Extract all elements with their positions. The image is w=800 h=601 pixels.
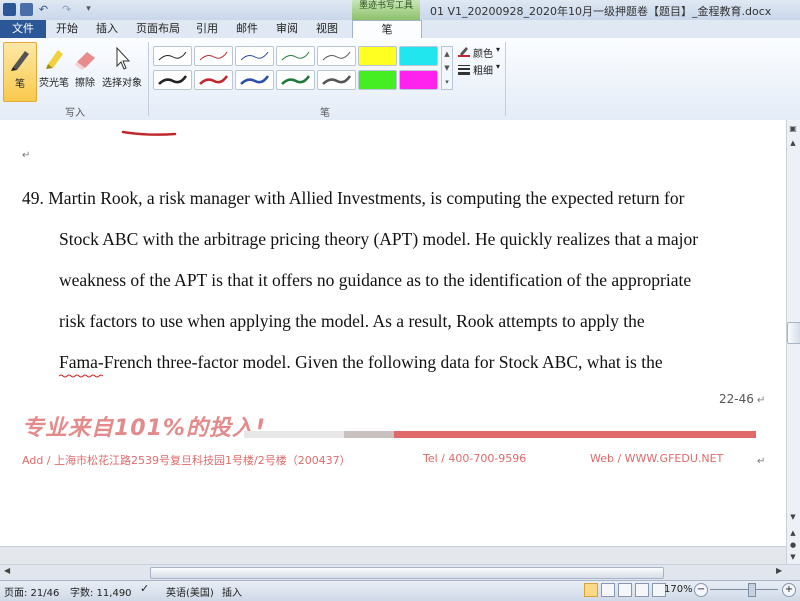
pen-tool-button[interactable]: 笔 [3,42,37,102]
highlighter-tool-button[interactable]: 荧光笔 [38,42,70,100]
select-objects-tool-button[interactable]: 选择对象 [100,42,144,100]
full-screen-reading-view-icon[interactable] [601,583,615,597]
body-line-2: Stock ABC with the arbitrage pricing the… [59,229,699,249]
browse-object-icon[interactable]: ● [788,540,798,550]
scroll-up-icon[interactable]: ▲ [788,138,798,148]
contextual-tab-header: 墨迹书写工具 [352,0,420,20]
eraser-tool-label: 擦除 [75,78,95,89]
horizontal-scroll-thumb[interactable] [150,567,664,579]
ribbon-divider [148,42,149,116]
eraser-tool-button[interactable]: 擦除 [71,42,99,100]
highlighter-swatch-yellow[interactable] [358,46,397,66]
footer-tel: Tel / 400-700-9596 [423,452,527,465]
chevron-down-icon: ▾ [496,62,501,71]
tab-insert[interactable]: 插入 [92,20,122,38]
footer-bar-segment [344,431,394,438]
redo-icon[interactable]: ↷ [60,3,73,16]
quick-access-dropdown-icon[interactable]: ▾ [82,3,95,16]
footer-web: Web / WWW.GFEDU.NET [590,452,724,465]
pen-swatch-red-thick[interactable] [194,70,233,90]
ruler-toggle-icon[interactable]: ▣ [788,124,798,134]
pen-swatch-black-thin[interactable] [153,46,192,66]
body-line-1: 49. Martin Rook, a risk manager with All… [22,188,685,208]
paragraph-mark: ↵ [757,456,766,467]
scroll-right-icon[interactable]: ▶ [776,566,782,575]
proofing-icon[interactable]: ✓ [140,582,149,595]
document-title: 01 V1_20200928_2020年10月一级押题卷【题目】_金程教育.do… [430,5,772,18]
tab-file[interactable]: 文件 [0,20,46,38]
footer-address: Add / 上海市松花江路2539号复旦科技园1号楼/2号楼（200437） [22,454,351,467]
highlighter-tool-label: 荧光笔 [39,78,69,89]
pens-group-label: 笔 [320,108,330,119]
tab-view[interactable]: 视图 [312,20,342,38]
zoom-slider-track[interactable] [710,589,778,590]
tab-review[interactable]: 审阅 [272,20,302,38]
zoom-in-icon[interactable]: + [782,583,796,597]
pen-tool-label: 笔 [15,79,25,90]
pen-swatch-red-thin[interactable] [194,46,233,66]
body-line-4: risk factors to use when applying the mo… [59,311,645,331]
highlighter-swatch-cyan[interactable] [399,46,438,66]
print-layout-view-icon[interactable] [584,583,598,597]
paragraph-mark: ↵ [757,395,766,406]
highlighter-icon [46,50,63,69]
footer-bar-segment [244,431,344,438]
pen-weight-icon [458,63,470,75]
status-insert-mode[interactable]: 插入 [222,584,242,599]
ribbon-divider [505,42,506,116]
vertical-scroll-thumb[interactable] [787,322,800,344]
tab-references[interactable]: 引用 [192,20,222,38]
scroll-left-icon[interactable]: ◀ [4,566,10,575]
status-page[interactable]: 页面: 21/46 [4,584,59,599]
cursor-arrow-icon [116,46,131,70]
paragraph-mark: ↵ [22,150,31,161]
chevron-down-icon: ▾ [496,45,501,54]
scroll-down-icon[interactable]: ▼ [788,512,798,522]
ink-stroke [121,130,177,136]
pen-weight-dropdown[interactable]: 粗细 [473,62,493,77]
select-objects-label: 选择对象 [102,78,142,89]
pen-swatch-black-thick[interactable] [153,70,192,90]
tab-page-layout[interactable]: 页面布局 [132,20,184,38]
pen-swatch-blue-thin[interactable] [235,46,274,66]
zoom-slider-thumb[interactable] [748,583,756,597]
save-icon[interactable] [20,3,33,16]
document-page[interactable]: ↵ 49. Martin Rook, a risk manager with A… [0,120,786,564]
body-line-5: Fama-French three-factor model. Given th… [59,352,663,372]
pen-swatch-blue-thick[interactable] [235,70,274,90]
footer-bar-segment [394,431,756,438]
next-page-icon[interactable]: ▼ [788,552,798,562]
highlighter-swatch-magenta[interactable] [399,70,438,90]
zoom-level[interactable]: 170% [664,584,693,595]
pen-color-icon [458,45,470,57]
pen-swatch-green-thick[interactable] [276,70,315,90]
page-number: 22-46 [719,392,754,406]
word-icon[interactable] [3,3,16,16]
pen-swatch-gray-thick[interactable] [317,70,356,90]
status-language[interactable]: 英语(美国) [166,584,214,599]
pen-swatch-green-thin[interactable] [276,46,315,66]
web-layout-view-icon[interactable] [618,583,632,597]
previous-page-icon[interactable]: ▲ [788,528,798,538]
zoom-out-icon[interactable]: − [694,583,708,597]
status-word-count[interactable]: 字数: 11,490 [70,584,132,599]
outline-view-icon[interactable] [635,583,649,597]
pen-gallery-scroll[interactable]: ▲ ▼ ▾ [441,46,453,90]
undo-icon[interactable]: ↶ [37,3,50,16]
tab-mailings[interactable]: 邮件 [232,20,262,38]
spelling-underline [59,374,103,378]
pen-swatch-gray-thin[interactable] [317,46,356,66]
write-group-label: 写入 [65,108,85,119]
page-gap [0,546,786,564]
pen-icon [11,51,29,71]
body-line-3: weakness of the APT is that it offers no… [59,270,692,290]
tab-pen[interactable]: 笔 [352,20,422,39]
eraser-icon [75,52,95,70]
pen-color-dropdown[interactable]: 颜色 [473,45,493,60]
highlighter-swatch-green[interactable] [358,70,397,90]
footer-slogan: 专业来自101%的投入! [22,416,266,441]
tab-home[interactable]: 开始 [52,20,82,38]
